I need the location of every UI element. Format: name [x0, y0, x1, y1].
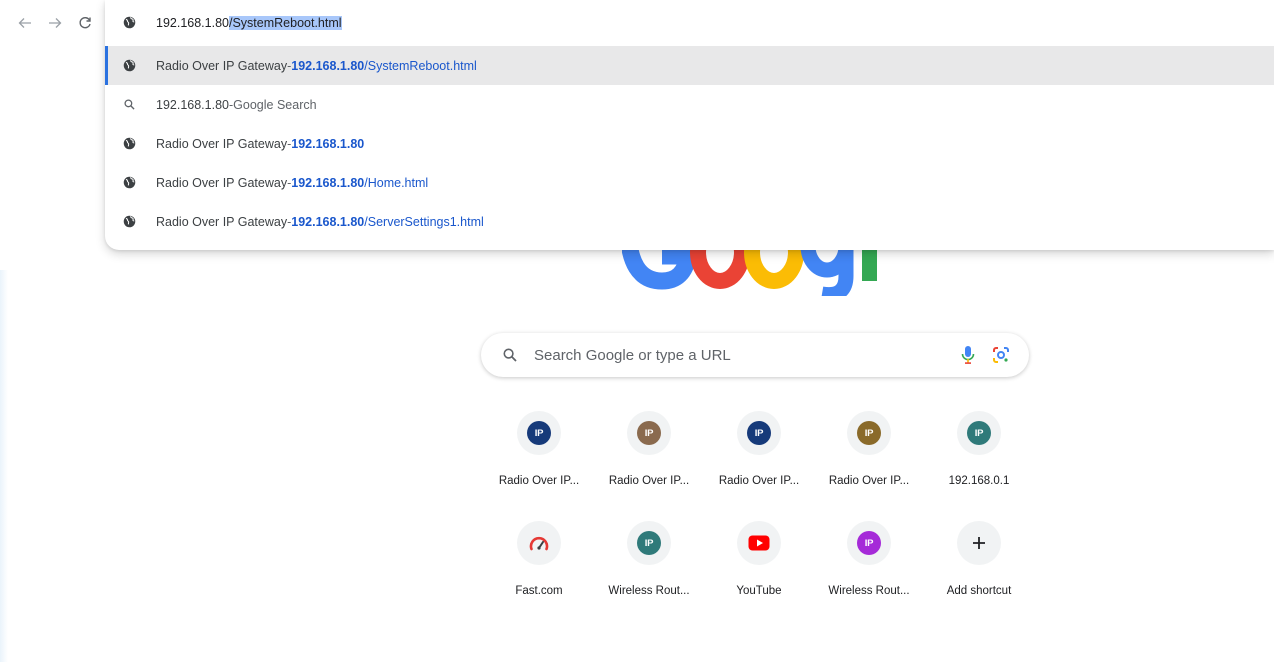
shortcut-favicon-circle [517, 521, 561, 565]
suggestion-row[interactable]: 192.168.1.80 - Google Search [105, 85, 1274, 124]
speedometer-icon [529, 536, 549, 551]
shortcut-label: YouTube [736, 585, 782, 597]
shortcut-tile[interactable]: IP Radio Over IP... [594, 405, 704, 505]
suggestion-title: Radio Over IP Gateway [156, 136, 288, 151]
plus-icon [973, 537, 985, 549]
shortcut-label: Radio Over IP... [498, 475, 580, 487]
url-host: 192.168.1.80 [156, 15, 229, 30]
shortcut-favicon-circle: IP [847, 411, 891, 455]
shortcut-label: Wireless Rout... [608, 585, 690, 597]
suggestion-host: 192.168.1.80 [291, 175, 365, 190]
shortcut-tile[interactable]: IP 192.168.0.1 [924, 405, 1034, 505]
reload-icon [79, 17, 91, 29]
suggestion-row[interactable]: Radio Over IP Gateway - 192.168.1.80/Hom… [105, 163, 1274, 202]
suggestion-host: 192.168.1.80 [291, 214, 365, 229]
suggestion-host: 192.168.1.80 [291, 58, 365, 73]
shortcut-label: Add shortcut [946, 585, 1012, 597]
shortcut-tile[interactable]: YouTube [704, 515, 814, 615]
shortcut-label: Radio Over IP... [828, 475, 910, 487]
suggestion-row[interactable]: Radio Over IP Gateway - 192.168.1.80/Sys… [105, 46, 1274, 85]
shortcut-tile[interactable]: IP Wireless Rout... [594, 515, 704, 615]
address-bar-text[interactable]: 192.168.1.80/SystemReboot.html [156, 15, 342, 30]
suggestion-title: Radio Over IP Gateway [156, 214, 288, 229]
search-input[interactable] [532, 345, 959, 365]
ip-badge-icon: IP [967, 421, 991, 445]
suggestion-title: Radio Over IP Gateway [156, 58, 288, 73]
shortcut-tile[interactable]: IP Radio Over IP... [484, 405, 594, 505]
suggestion-path: /SystemReboot.html [364, 58, 477, 73]
suggestion-path: /ServerSettings1.html [364, 214, 484, 229]
shortcut-favicon-circle: IP [517, 411, 561, 455]
shortcut-tile[interactable]: Fast.com [484, 515, 594, 615]
arrow-right-icon [49, 18, 62, 28]
ip-badge-icon: IP [527, 421, 551, 445]
shortcut-label: Wireless Rout... [828, 585, 910, 597]
reload-button[interactable] [74, 10, 96, 36]
url-selected-path: /SystemReboot.html [229, 15, 342, 30]
search-box[interactable] [481, 333, 1029, 377]
suggestion-row[interactable]: Radio Over IP Gateway - 192.168.1.80/Ser… [105, 202, 1274, 241]
suggestion-row[interactable]: Radio Over IP Gateway - 192.168.1.80 [105, 124, 1274, 163]
ip-badge-icon: IP [637, 531, 661, 555]
window-edge [0, 270, 8, 662]
shortcut-label: Radio Over IP... [718, 475, 800, 487]
shortcut-label: 192.168.0.1 [948, 475, 1010, 487]
globe-icon [122, 16, 136, 30]
shortcut-favicon-circle [957, 521, 1001, 565]
suggestion-suffix: Google Search [233, 97, 317, 112]
search-icon [502, 347, 518, 363]
globe-icon [122, 176, 136, 190]
omnibox[interactable]: 192.168.1.80/SystemReboot.html [105, 0, 1274, 45]
omnibox-dropdown: 192.168.1.80/SystemReboot.html Radio Ove… [105, 0, 1274, 250]
shortcut-tile[interactable]: IP Radio Over IP... [814, 405, 924, 505]
youtube-icon [748, 535, 770, 551]
search-icon [122, 98, 136, 112]
shortcut-favicon-circle: IP [957, 411, 1001, 455]
ip-badge-icon: IP [857, 531, 881, 555]
globe-icon [122, 137, 136, 151]
suggestion-path: /Home.html [364, 175, 429, 190]
back-button[interactable] [14, 10, 36, 36]
suggestion-query: 192.168.1.80 [156, 97, 229, 112]
suggestion-title: Radio Over IP Gateway [156, 175, 288, 190]
shortcut-favicon-circle [737, 521, 781, 565]
globe-icon [122, 215, 136, 229]
add-shortcut-button[interactable]: Add shortcut [924, 515, 1034, 615]
shortcut-favicon-circle: IP [737, 411, 781, 455]
forward-button[interactable] [44, 10, 66, 36]
shortcut-favicon-circle: IP [627, 411, 671, 455]
globe-icon [122, 59, 136, 73]
microphone-icon[interactable] [959, 345, 977, 365]
shortcut-favicon-circle: IP [627, 521, 671, 565]
ip-badge-icon: IP [637, 421, 661, 445]
shortcut-label: Fast.com [515, 585, 563, 597]
google-lens-icon[interactable] [991, 345, 1011, 365]
ip-badge-icon: IP [857, 421, 881, 445]
shortcut-favicon-circle: IP [847, 521, 891, 565]
ip-badge-icon: IP [747, 421, 771, 445]
shortcut-label: Radio Over IP... [608, 475, 690, 487]
shortcut-tile[interactable]: IP Wireless Rout... [814, 515, 924, 615]
shortcut-tile[interactable]: IP Radio Over IP... [704, 405, 814, 505]
suggestion-host: 192.168.1.80 [291, 136, 365, 151]
arrow-left-icon [18, 18, 31, 28]
